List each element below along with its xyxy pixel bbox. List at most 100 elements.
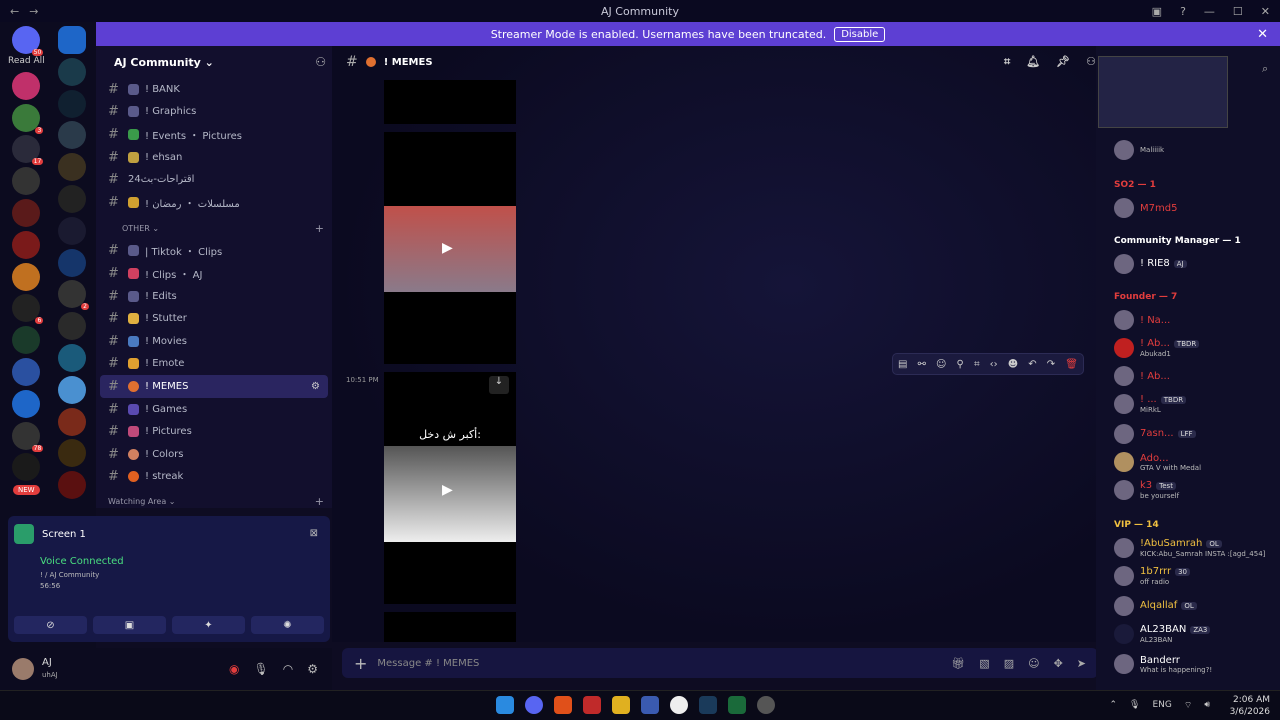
volume-icon[interactable]: 🔊︎ [1204, 700, 1210, 711]
download-icon[interactable]: ↓ [489, 376, 509, 394]
member-item[interactable]: 1b7rrr 30 off radio [1114, 566, 1190, 586]
channel-item[interactable]: # اقتراحات-بث24 [96, 168, 332, 191]
help-icon[interactable]: ? [1180, 5, 1186, 18]
discord-icon[interactable] [525, 696, 543, 714]
settings-icon[interactable]: ⚙ [307, 662, 318, 676]
tray-chevron-icon[interactable]: ⌃ [1109, 700, 1117, 711]
member-item[interactable]: 7asn... LFF [1114, 424, 1196, 444]
channel-item[interactable]: # ! Stutter [96, 307, 332, 330]
channel-item[interactable]: # ! Edits [96, 285, 332, 308]
file-explorer-icon[interactable] [612, 696, 630, 714]
server-icon[interactable] [12, 357, 41, 386]
mic-icon[interactable]: 🎙︎ [254, 662, 269, 676]
mic-icon[interactable]: 🎙︎ [1129, 700, 1140, 711]
forward-arrow-icon[interactable]: → [29, 5, 38, 18]
screen-preview[interactable] [1098, 56, 1228, 128]
thread-icon[interactable]: ⌗ [974, 359, 980, 370]
server-icon[interactable]: 6 [12, 294, 44, 325]
video-attachment[interactable] [384, 612, 516, 642]
link-icon[interactable]: ⚯ [918, 359, 926, 370]
app-icon[interactable] [641, 696, 659, 714]
back-arrow-icon[interactable]: ← [10, 5, 19, 18]
threads-icon[interactable]: ⌗ [1004, 55, 1010, 69]
gif-icon[interactable]: ▧ [979, 657, 989, 670]
discord-home-icon[interactable]: 50 [12, 26, 44, 56]
brave-icon[interactable] [554, 696, 572, 714]
channel-item[interactable]: # ! Games [96, 398, 332, 421]
channel-item[interactable]: # ! BANK [96, 78, 332, 101]
member-item[interactable]: ! Ab... TBDR Abukad1 [1114, 338, 1200, 358]
server-icon[interactable] [58, 471, 86, 500]
pin-icon[interactable]: ⚲ [957, 359, 964, 370]
server-icon[interactable] [58, 375, 86, 404]
category-watching[interactable]: Watching Area ⌄ + [96, 490, 332, 512]
server-icon[interactable] [58, 407, 86, 436]
video-attachment[interactable] [384, 80, 516, 124]
member-item[interactable]: ! ... TBDR MiRkL [1114, 394, 1187, 414]
server-icon[interactable] [58, 184, 86, 213]
id-icon[interactable]: ▤ [898, 359, 907, 370]
voice-status[interactable]: Voice Connected [40, 556, 124, 567]
close-window-icon[interactable]: ✕ [1261, 5, 1270, 18]
channel-item[interactable]: # ! Movies [96, 330, 332, 353]
code-icon[interactable]: ‹› [990, 359, 998, 370]
member-item[interactable]: M7md5 [1114, 198, 1177, 218]
channel-item[interactable]: # | Tiktok ・ Clips [96, 240, 332, 263]
user-info[interactable]: AJ uhAJ [42, 657, 58, 681]
member-item[interactable]: ! Ab... [1114, 366, 1170, 386]
bot-icon[interactable]: ☺ [936, 359, 946, 370]
member-item[interactable]: ! Na... [1114, 310, 1170, 330]
gamepad-icon[interactable]: ◉ [229, 662, 239, 676]
server-icon[interactable]: 78 [12, 421, 44, 452]
member-item[interactable]: Banderr What is happening?! [1114, 654, 1212, 674]
headphones-icon[interactable]: ◠ [283, 662, 293, 676]
channel-item[interactable]: # ! Pictures [96, 420, 332, 443]
server-icon[interactable] [58, 439, 86, 468]
message-composer[interactable]: + Message # ! MEMES 🎁︎ ▧ ▨ ☺ ✥ ➤ [342, 648, 1098, 678]
channel-item[interactable]: # ! Events ・ Pictures [96, 123, 332, 146]
invite-icon[interactable]: ⚇ [315, 55, 326, 69]
member-item[interactable]: AL23BAN ZA3 AL23BAN [1114, 624, 1211, 644]
reply-icon[interactable]: ↶ [1028, 359, 1036, 370]
steam-icon[interactable] [699, 696, 717, 714]
add-attachment-icon[interactable]: + [354, 654, 367, 673]
play-icon[interactable]: ▶ [442, 482, 453, 498]
search-icon[interactable]: ⌕ [1262, 62, 1268, 76]
channel-item[interactable]: # ! Clips ・ AJ [96, 262, 332, 285]
maximize-icon[interactable]: ☐ [1233, 5, 1243, 18]
server-icon[interactable] [58, 312, 86, 341]
channel-item-memes[interactable]: # ! MEMES ⚙ [100, 375, 328, 398]
member-item[interactable]: !AbuSamrah OL KICK:Abu_Samrah INSTA :[agd_… [1114, 538, 1265, 558]
minimize-icon[interactable]: — [1204, 5, 1215, 18]
add-channel-icon[interactable]: + [315, 222, 324, 235]
channel-item[interactable]: # ! Graphics [96, 101, 332, 124]
video-attachment[interactable]: ▶ [384, 372, 516, 604]
soundboard-button[interactable]: ✺ [251, 616, 324, 634]
channel-item[interactable]: # ! ehsan [96, 146, 332, 169]
disable-button[interactable]: Disable [834, 26, 886, 42]
pin-icon[interactable]: 📌︎ [1056, 55, 1070, 69]
windows-start-icon[interactable] [496, 696, 514, 714]
server-icon[interactable] [12, 230, 41, 259]
server-icon[interactable] [58, 343, 86, 372]
video-attachment[interactable]: ▶ [384, 132, 516, 364]
server-header[interactable]: AJ Community ⌄ ⚇ [96, 46, 332, 78]
server-icon[interactable] [12, 71, 41, 100]
avatar[interactable] [12, 658, 34, 680]
members-icon[interactable]: ⚇ [1086, 55, 1096, 69]
server-icon[interactable]: 3 [12, 103, 44, 134]
play-icon[interactable]: ▶ [442, 240, 453, 256]
server-icon[interactable] [12, 453, 41, 482]
wifi-icon[interactable]: ⌔ [1184, 700, 1192, 711]
channel-item[interactable]: # ! streak [96, 466, 332, 489]
folder-icon[interactable] [12, 389, 41, 418]
member-item[interactable]: Ado... GTA V with Medal [1114, 452, 1201, 472]
server-icon[interactable]: 2 [58, 280, 89, 311]
close-banner-icon[interactable]: ✕ [1257, 27, 1268, 42]
server-icon[interactable] [58, 248, 86, 277]
read-all-label[interactable]: Read All [8, 56, 45, 66]
adobe-icon[interactable] [583, 696, 601, 714]
member-item[interactable]: Alqallaf OL [1114, 596, 1197, 616]
server-icon[interactable] [58, 153, 86, 182]
server-icon[interactable] [12, 262, 41, 291]
